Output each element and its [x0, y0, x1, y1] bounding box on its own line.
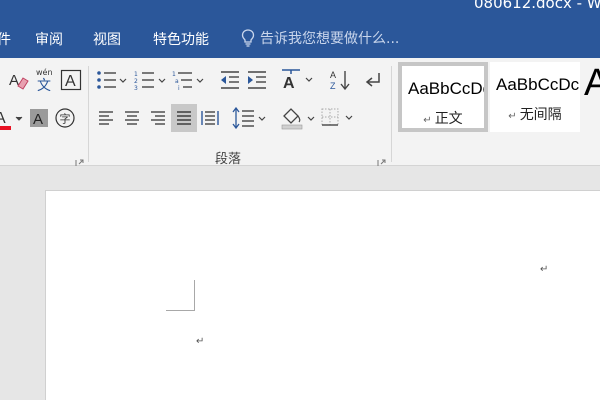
paragraph-mark-icon [365, 73, 380, 87]
character-shading-letter: A [33, 111, 43, 128]
paragraph-mark: ↵ [540, 264, 549, 275]
svg-text:A: A [283, 75, 295, 91]
style-heading-preview[interactable]: A [584, 62, 600, 105]
line-spacing-button[interactable] [232, 106, 268, 130]
style-name: ↵ 正文 [423, 111, 463, 127]
borders-button[interactable] [320, 105, 356, 131]
font-color-icon: A [0, 110, 11, 130]
align-right-icon [151, 111, 165, 125]
numbered-list-icon: 1 2 3 [134, 71, 166, 91]
svg-text:A: A [330, 70, 336, 80]
document-title: 080612.docx - Wo [474, 0, 600, 12]
tell-me-search[interactable]: 告诉我您想要做什么... [241, 27, 399, 49]
tab-view[interactable]: 视图 [93, 29, 121, 49]
align-center-icon [125, 111, 139, 125]
justify-icon [177, 111, 191, 125]
phonetic-guide-icon: wén 文 [36, 67, 53, 94]
style-no-spacing[interactable]: AaBbCcDc ↵ 无间隔 [490, 62, 580, 132]
eraser-icon: A [9, 72, 29, 90]
font-color-dropdown[interactable] [14, 113, 24, 125]
paint-bucket-icon [281, 108, 315, 130]
align-left-icon [99, 111, 113, 125]
tell-me-placeholder: 告诉我您想要做什么... [260, 31, 400, 47]
clear-formatting-button[interactable]: A [8, 68, 30, 92]
phonetic-guide-button[interactable]: wén 文 [34, 66, 58, 94]
font-dialog-launcher[interactable] [75, 153, 84, 168]
center-button[interactable] [121, 107, 143, 129]
sort-icon: A Z [330, 70, 350, 91]
increase-indent-icon [248, 71, 266, 89]
line-spacing-icon [232, 107, 266, 129]
enclose-characters-icon: 字 [55, 108, 75, 128]
numbering-button[interactable]: 1 2 3 [134, 68, 168, 92]
show-hide-marks-button[interactable] [362, 68, 384, 92]
paragraph-dialog-launcher[interactable] [377, 153, 386, 168]
group-separator [391, 66, 392, 162]
title-menu-bar: 080612.docx - Wo 件 审阅 视图 特色功能 告诉我您想要做什么.… [0, 0, 600, 58]
justify-button[interactable] [171, 104, 197, 132]
style-sample: AaBbCcDc [496, 75, 580, 94]
distributed-button[interactable] [199, 107, 221, 129]
bullets-button[interactable] [96, 68, 128, 92]
align-left-button[interactable] [95, 107, 117, 129]
multilevel-list-icon: 1 a i [172, 71, 204, 91]
svg-text:a: a [175, 78, 179, 85]
ribbon: A wén 文 A A A 字 1 2 3 1 a i A A Z 段落 AaB… [0, 58, 600, 168]
phonetic-bottom-text: 文 [37, 78, 51, 94]
increase-indent-button[interactable] [245, 68, 269, 92]
character-shading-icon: A [30, 109, 48, 128]
margin-corner-mark [166, 310, 195, 311]
enclose-character-text: 字 [60, 112, 71, 126]
tab-review[interactable]: 审阅 [35, 29, 63, 49]
align-right-button[interactable] [147, 107, 169, 129]
lightbulb-icon [241, 29, 255, 47]
multilevel-list-button[interactable]: 1 a i [172, 68, 206, 92]
document-workspace: ↵ ↵ [0, 166, 600, 400]
font-color-letter: A [0, 110, 6, 127]
bullet-list-icon [97, 71, 127, 89]
paragraph-group-label: 段落 [215, 152, 242, 167]
svg-text:A: A [9, 72, 19, 89]
style-normal[interactable]: AaBbCcDc ↵ 正文 [398, 62, 488, 132]
style-sample: AaBbCcDc [408, 79, 484, 98]
character-border-icon: A [60, 69, 82, 91]
chevron-down-icon [15, 116, 23, 121]
decrease-indent-button[interactable] [218, 68, 242, 92]
chinese-layout-button[interactable]: A [280, 66, 316, 92]
character-shading-button[interactable]: A [29, 108, 49, 128]
group-separator [88, 66, 89, 162]
svg-text:3: 3 [134, 85, 138, 91]
tab-special-features[interactable]: 特色功能 [153, 29, 209, 49]
tab-file[interactable]: 件 [0, 29, 11, 49]
phonetic-top-text: wén [36, 67, 53, 77]
character-border-letter: A [65, 73, 76, 90]
chinese-layout-icon: A [282, 69, 313, 91]
enclose-characters-button[interactable]: 字 [54, 107, 76, 129]
svg-text:2: 2 [134, 78, 138, 85]
svg-text:1: 1 [172, 71, 176, 78]
svg-text:1: 1 [134, 71, 138, 78]
borders-icon [321, 108, 353, 126]
font-color-button[interactable]: A [0, 106, 14, 132]
document-page[interactable]: ↵ ↵ [45, 190, 600, 400]
style-name: ↵ 无间隔 [508, 107, 562, 123]
sort-button[interactable]: A Z [328, 67, 352, 93]
paragraph-mark: ↵ [196, 336, 205, 347]
margin-corner-mark [194, 280, 195, 310]
svg-text:Z: Z [330, 81, 336, 91]
shading-button[interactable] [280, 105, 318, 131]
character-border-button[interactable]: A [60, 68, 82, 92]
decrease-indent-icon [221, 71, 239, 89]
distributed-icon [201, 111, 219, 125]
svg-text:i: i [178, 85, 180, 91]
